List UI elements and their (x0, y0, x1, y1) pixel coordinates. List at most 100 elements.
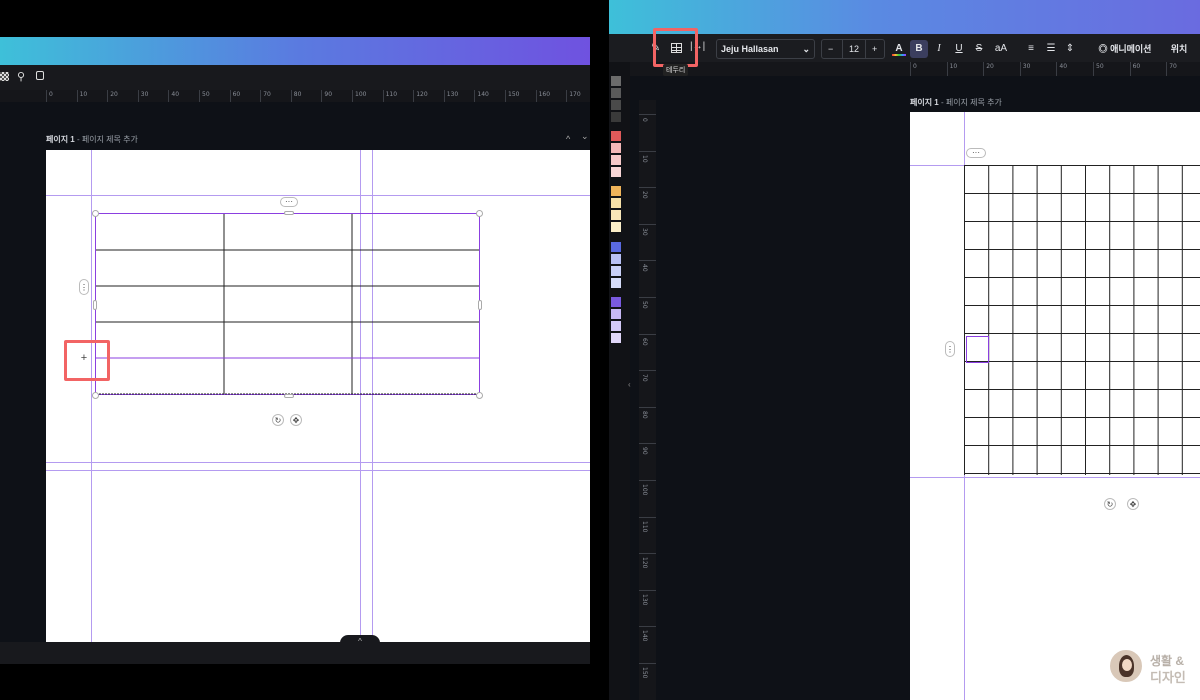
ruler-tick-label: 10 (79, 91, 88, 98)
letter-case-button[interactable]: aA (992, 40, 1010, 58)
resize-handle[interactable] (284, 211, 294, 215)
page-title-input[interactable]: - 페이지 제목 추가 (75, 135, 138, 144)
ruler-tick-label: 130 (446, 91, 459, 98)
watermark-line2: 디자인 (1150, 670, 1186, 685)
table-large-grid[interactable] (964, 165, 1200, 477)
ruler-tick-label: 30 (641, 227, 648, 236)
chevron-down-icon[interactable]: ⌄ (581, 131, 589, 142)
color-swatch[interactable] (611, 265, 621, 276)
ruler-tick: 170 (566, 90, 581, 102)
align-center-icon[interactable]: ≡ (1024, 40, 1038, 58)
ruler-tick: 140 (639, 626, 656, 642)
ruler-tick: 20 (107, 90, 118, 102)
font-family-value: Jeju Hallasan (721, 44, 779, 54)
color-swatch[interactable] (611, 277, 621, 288)
color-swatch[interactable] (611, 100, 621, 110)
color-swatch[interactable] (611, 155, 621, 166)
ruler-tick-label: 0 (49, 91, 53, 98)
vertical-ruler: 0 10 20 30 40 50 60 70 80 90 100 110 120 130 140 150 (639, 100, 656, 700)
color-swatch[interactable] (611, 198, 621, 209)
resize-handle[interactable] (478, 300, 482, 310)
paint-format-icon[interactable]: ⚲ (17, 70, 25, 83)
ruler-tick-label: 140 (641, 630, 648, 642)
italic-button[interactable]: I (933, 40, 945, 58)
color-swatch[interactable] (611, 320, 621, 331)
left-editor-panel: ⚲ 0 10 20 30 40 50 60 70 80 90 100 110 120 130 140 150 1… (0, 0, 590, 700)
font-size-stepper[interactable]: − 12 + (821, 39, 885, 59)
ruler-tick-label: 30 (1022, 63, 1031, 70)
color-swatch[interactable] (611, 167, 621, 178)
bottom-bar (0, 642, 590, 664)
color-swatch[interactable] (611, 222, 621, 233)
animate-label: 애니메이션 (1110, 44, 1152, 54)
rotate-icon[interactable]: ↻ (272, 414, 284, 426)
resize-handle[interactable] (476, 392, 483, 399)
ruler-tick-label: 50 (1096, 63, 1104, 70)
chevron-up-icon[interactable]: ^ (566, 134, 570, 144)
resize-handle[interactable] (92, 392, 99, 399)
line-spacing-icon[interactable]: ⇕ (1063, 40, 1077, 58)
text-color-button[interactable]: A (892, 40, 906, 58)
color-swatch[interactable] (611, 296, 621, 307)
transparency-icon[interactable] (0, 72, 9, 81)
ruler-tick: 30 (137, 90, 148, 102)
ruler-tick: 150 (639, 663, 656, 678)
ruler-tick: 30 (639, 223, 656, 235)
resize-handle[interactable] (476, 210, 483, 217)
page-canvas[interactable]: ··· ⋮ + ↻ ✥ (46, 150, 590, 642)
collapse-handle[interactable]: ^ (340, 635, 380, 647)
resize-handle[interactable] (93, 300, 97, 310)
color-swatch[interactable] (611, 332, 621, 343)
lock-icon[interactable] (36, 71, 44, 80)
rotate-icon[interactable]: ↻ (1104, 498, 1116, 510)
increase-size-button[interactable]: + (872, 40, 877, 58)
font-size-value[interactable]: 12 (842, 40, 866, 58)
ruler-tick-label: 60 (1132, 63, 1141, 70)
ruler-tick-label: 90 (641, 447, 648, 456)
table-3x5[interactable] (95, 213, 481, 396)
ruler-tick: 40 (639, 260, 656, 272)
decrease-size-button[interactable]: − (828, 40, 833, 58)
color-swatch[interactable] (611, 88, 621, 98)
move-icon[interactable]: ✥ (290, 414, 302, 426)
animate-button[interactable]: ◎ 애니메이션 (1095, 40, 1155, 58)
more-options-button[interactable]: ··· (966, 148, 986, 158)
color-swatch[interactable] (611, 241, 621, 252)
ruler-tick-label: 40 (1059, 63, 1068, 70)
color-swatch[interactable] (611, 210, 621, 221)
color-swatch[interactable] (611, 112, 621, 122)
color-swatch[interactable] (611, 76, 621, 86)
bullet-list-icon[interactable]: ☰ (1044, 40, 1058, 58)
ruler-tick: 130 (443, 90, 458, 102)
color-swatch[interactable] (611, 253, 621, 264)
bold-button[interactable]: B (910, 40, 928, 58)
ruler-tick: 80 (290, 90, 301, 102)
move-icon[interactable]: ✥ (1127, 498, 1139, 510)
page-title-input[interactable]: - 페이지 제목 추가 (939, 98, 1002, 107)
ruler-tick-label: 90 (324, 91, 333, 98)
position-button[interactable]: 위치 (1168, 40, 1190, 58)
ruler-tick: 30 (1019, 62, 1030, 76)
color-swatch[interactable] (611, 131, 621, 142)
resize-handle[interactable] (284, 394, 294, 398)
strikethrough-button[interactable]: S (973, 40, 985, 58)
ruler-tick: 120 (639, 553, 656, 569)
color-swatch[interactable] (611, 143, 621, 154)
selected-cell[interactable] (966, 336, 989, 363)
ruler-tick: 90 (321, 90, 332, 102)
resize-handle[interactable] (92, 210, 99, 217)
row-menu-button[interactable]: ⋮ (79, 279, 89, 295)
ruler-tick: 90 (639, 443, 656, 455)
color-swatch[interactable] (611, 186, 621, 197)
ruler-tick-label: 120 (416, 91, 428, 98)
font-family-select[interactable]: Jeju Hallasan ⌄ (716, 39, 815, 59)
row-menu-button[interactable]: ⋮ (945, 341, 955, 357)
avatar-face (1122, 659, 1132, 671)
color-swatch[interactable] (611, 308, 621, 319)
collapse-arrow-icon[interactable]: ‹ (628, 380, 631, 389)
underline-button[interactable]: U (953, 40, 965, 58)
ruler-tick: 60 (229, 90, 240, 102)
highlight-box (64, 340, 110, 381)
more-options-button[interactable]: ··· (280, 197, 298, 207)
page-canvas[interactable]: ··· ⋮ ↻ ✥ (910, 112, 1200, 700)
